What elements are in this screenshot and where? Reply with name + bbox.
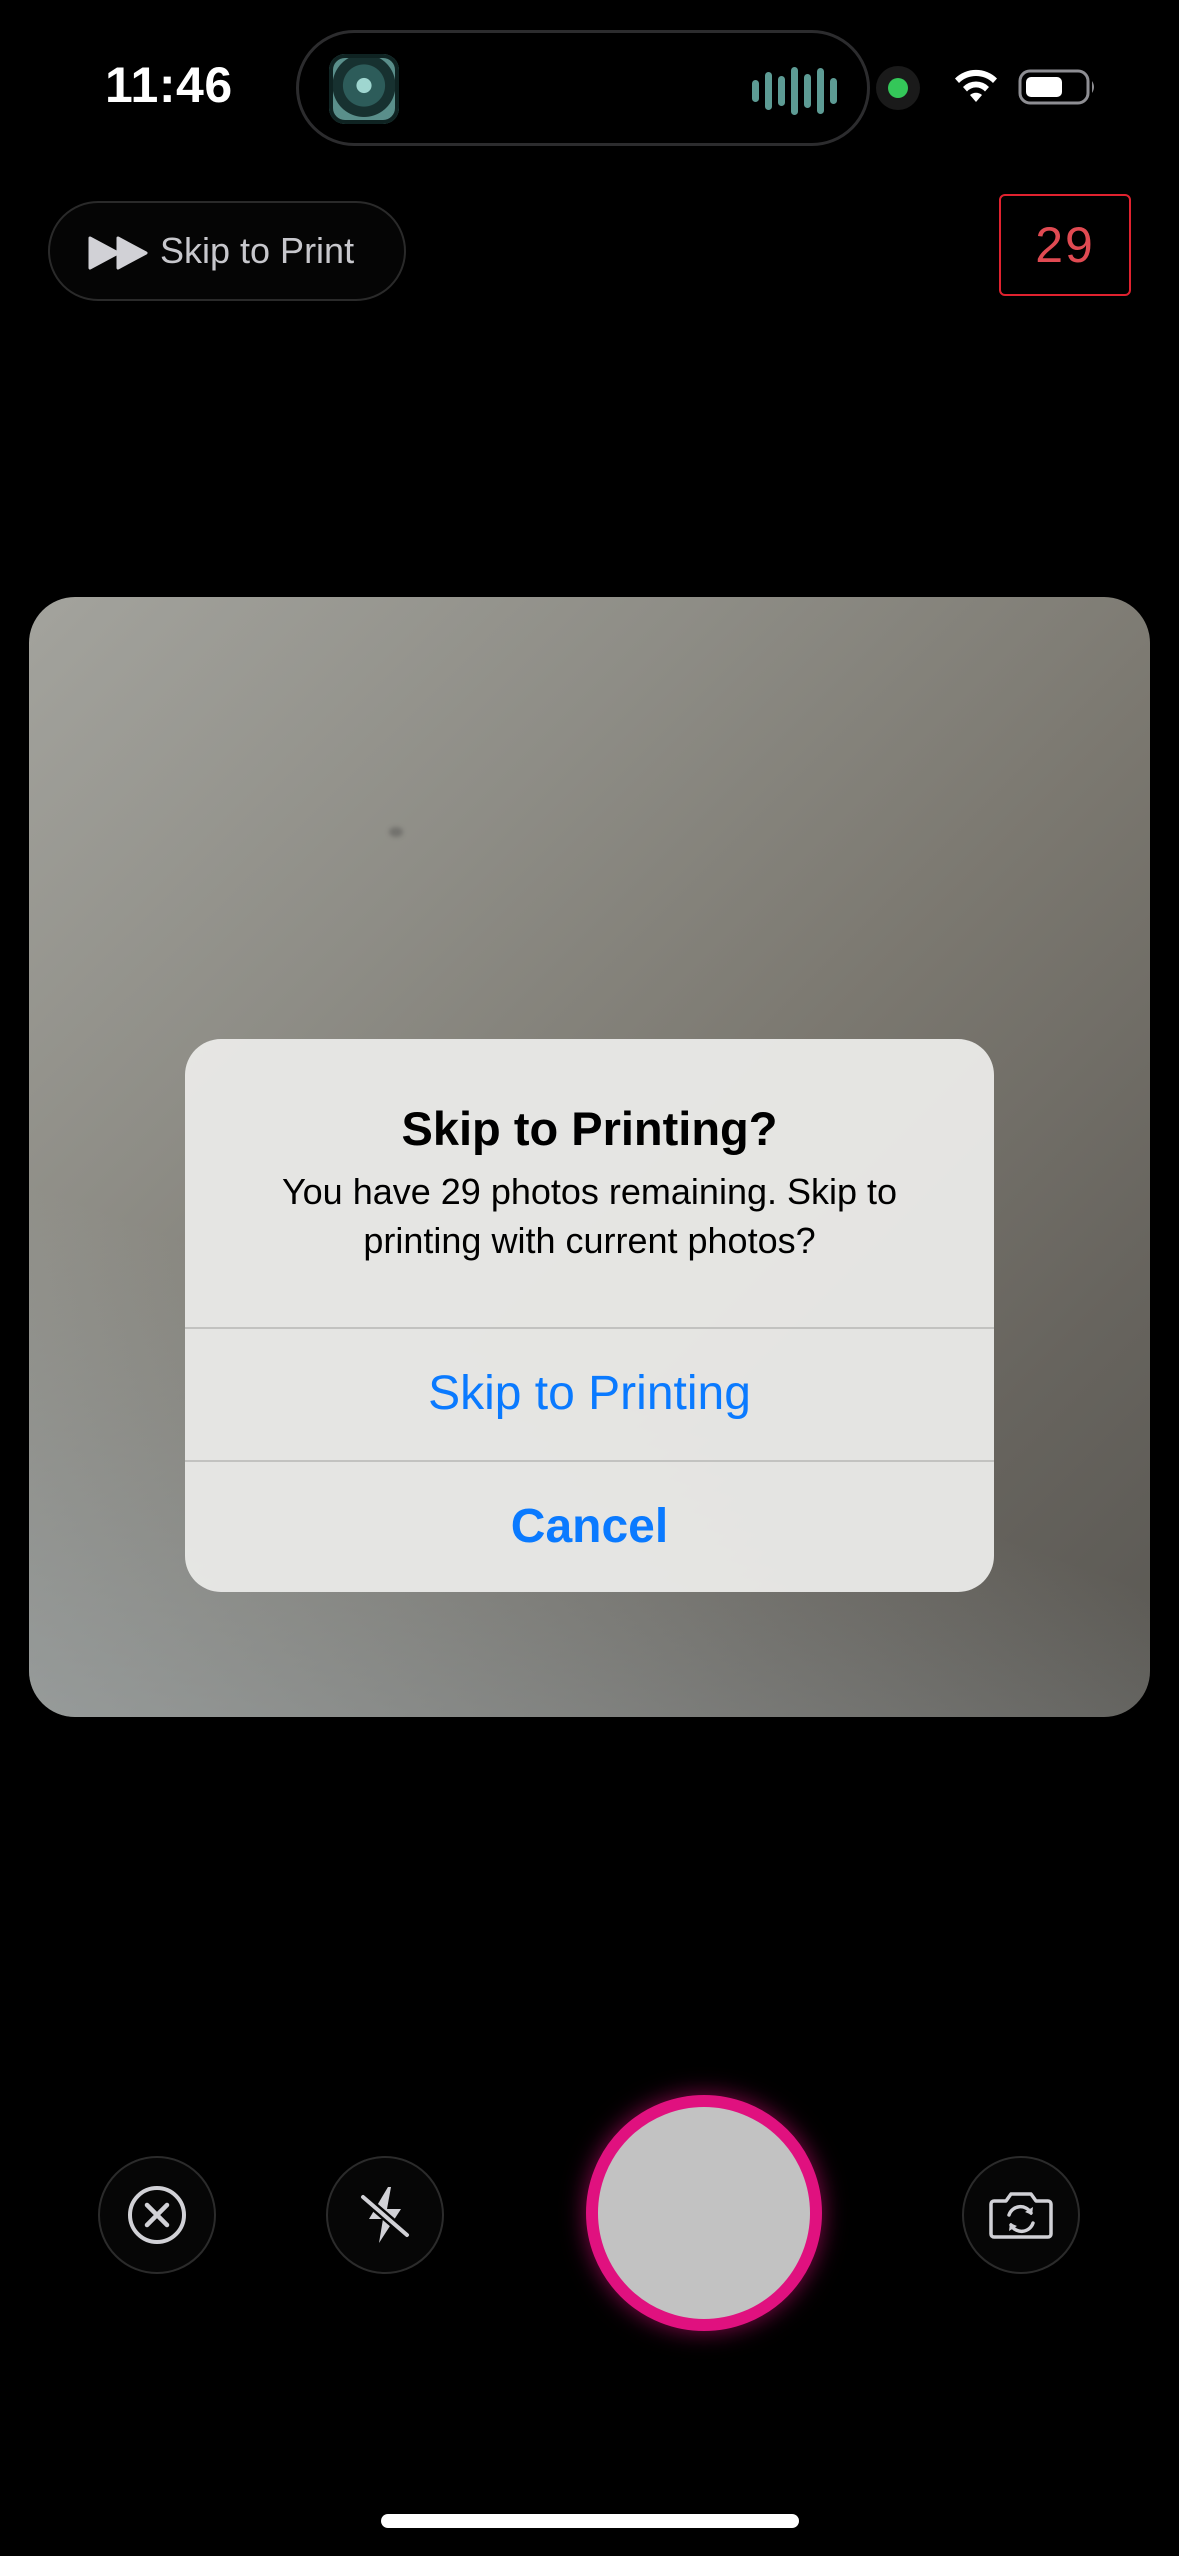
fast-forward-icon bbox=[88, 236, 148, 270]
alert-title: Skip to Printing? bbox=[401, 1102, 778, 1155]
status-time: 11:46 bbox=[105, 57, 233, 113]
skip-confirmation-alert: Skip to Printing? You have 29 photos rem… bbox=[185, 1039, 994, 1592]
switch-camera-icon bbox=[989, 2192, 1053, 2239]
dynamic-island[interactable] bbox=[296, 30, 870, 146]
skip-to-print-label: Skip to Print bbox=[160, 230, 355, 271]
skip-to-print-button[interactable]: Skip to Print bbox=[48, 201, 406, 301]
flash-toggle-button[interactable] bbox=[326, 2156, 444, 2274]
wifi-icon bbox=[955, 69, 997, 102]
camera-in-use-indicator bbox=[876, 66, 920, 110]
battery-icon bbox=[1018, 69, 1094, 105]
switch-camera-button[interactable] bbox=[962, 2156, 1080, 2274]
home-indicator[interactable] bbox=[381, 2514, 799, 2528]
alert-message: You have 29 photos remaining. Skip to pr… bbox=[281, 1171, 898, 1261]
shutter-button[interactable] bbox=[586, 2095, 822, 2331]
skip-to-printing-button[interactable]: Skip to Printing bbox=[185, 1329, 994, 1459]
photos-remaining-counter: 29 bbox=[999, 194, 1131, 296]
close-circle-icon bbox=[128, 2186, 186, 2244]
close-button[interactable] bbox=[98, 2156, 216, 2274]
cancel-button[interactable]: Cancel bbox=[185, 1462, 994, 1592]
live-activity-app-icon bbox=[329, 54, 399, 124]
flash-off-icon bbox=[358, 2187, 412, 2243]
preview-detail bbox=[389, 827, 403, 837]
audio-waveform-icon bbox=[752, 65, 837, 117]
